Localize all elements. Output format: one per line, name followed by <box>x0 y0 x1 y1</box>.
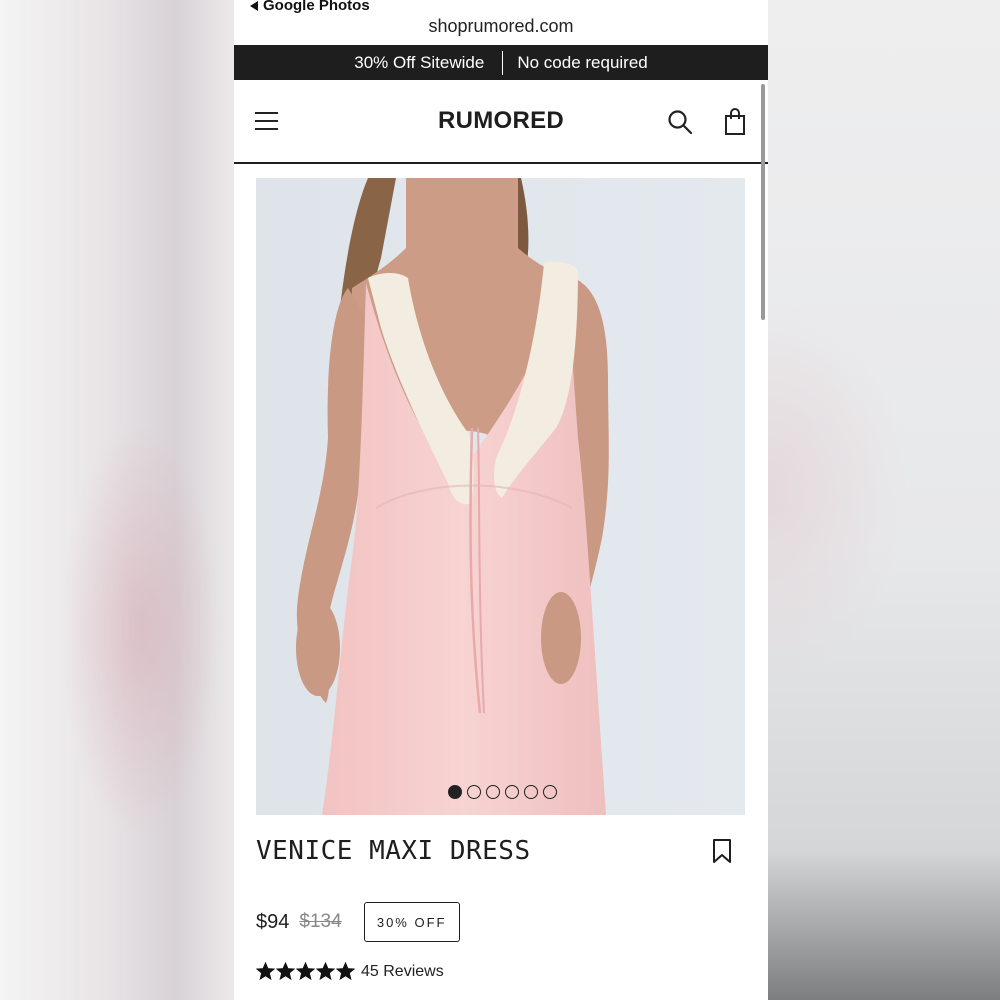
bookmark-icon[interactable] <box>712 838 732 864</box>
sale-price: $94 <box>256 910 290 933</box>
search-icon[interactable] <box>667 109 693 135</box>
reviews-summary[interactable]: 45 Reviews <box>256 962 444 981</box>
image-carousel-dots <box>256 785 745 799</box>
url-bar[interactable]: shoprumored.com <box>234 16 768 37</box>
star-icon <box>336 962 355 981</box>
carousel-dot[interactable] <box>523 785 538 799</box>
promo-divider <box>502 50 504 75</box>
photo-background-right <box>768 0 1000 1000</box>
carousel-dot[interactable] <box>466 785 481 799</box>
reviews-count: 45 Reviews <box>361 962 444 980</box>
star-icon <box>296 962 315 981</box>
product-title: VENICE MAXI DRESS <box>256 836 531 866</box>
shopping-bag-icon[interactable] <box>723 108 747 136</box>
phone-screen: Google Photos shoprumored.com 30% Off Si… <box>234 0 768 1000</box>
photo-background-left <box>0 0 234 1000</box>
star-icon <box>276 962 295 981</box>
back-link-label: Google Photos <box>263 0 370 14</box>
carousel-dot[interactable] <box>485 785 500 799</box>
back-arrow-icon <box>250 0 258 11</box>
discount-badge: 30% OFF <box>363 902 460 942</box>
product-photo <box>256 178 745 815</box>
original-price: $134 <box>299 911 342 932</box>
promo-right-text: No code required <box>517 52 648 72</box>
page-scrollbar[interactable] <box>761 84 765 320</box>
background-blur <box>768 300 908 680</box>
promo-banner: 30% Off Sitewide No code required <box>234 45 768 80</box>
carousel-dot[interactable] <box>504 785 519 799</box>
carousel-dot[interactable] <box>447 785 462 799</box>
carousel-dot[interactable] <box>542 785 557 799</box>
product-image[interactable] <box>256 178 745 815</box>
background-blur <box>60 420 220 840</box>
site-header: RUMORED <box>234 80 768 164</box>
star-icon <box>316 962 335 981</box>
back-to-google-photos[interactable]: Google Photos <box>250 0 370 14</box>
promo-left-text: 30% Off Sitewide <box>354 52 485 72</box>
menu-icon[interactable] <box>255 112 278 130</box>
star-icon <box>256 962 275 981</box>
price-row: $94 $134 30% OFF <box>256 902 460 942</box>
star-rating <box>256 962 355 981</box>
